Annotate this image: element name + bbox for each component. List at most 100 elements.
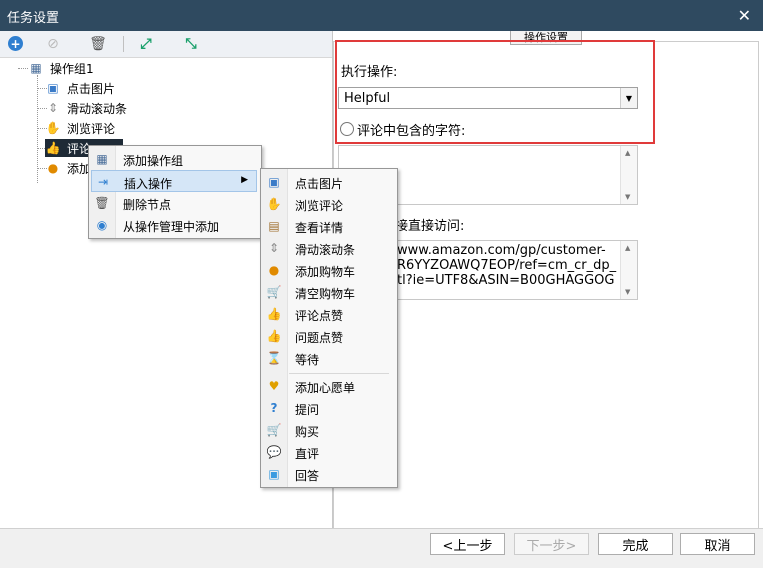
cancel-button[interactable]: 取消 [680, 533, 755, 555]
menu-item-label: 从操作管理中添加 [123, 220, 220, 234]
menu-item-label: 回答 [295, 469, 320, 483]
tree-root-label: 操作组1 [50, 61, 94, 76]
wishlist-icon: ♥ [268, 379, 280, 393]
cart-icon: ● [47, 161, 59, 175]
thumbs-up-icon: 👍 [266, 307, 282, 321]
tree-item-browse-reviews[interactable]: ✋ 浏览评论 [45, 119, 116, 137]
menu-separator [289, 373, 389, 374]
url-line: www.amazon.com/gp/customer- [397, 243, 606, 258]
submenu-item[interactable]: 👍 问题点赞 [263, 325, 393, 347]
submenu-item[interactable]: 🛒 购买 [263, 419, 393, 441]
menu-item-label: 等待 [295, 353, 320, 367]
close-icon[interactable]: ✕ [738, 6, 751, 25]
toolbar-separator [123, 36, 124, 52]
contains-text-radio[interactable] [340, 122, 354, 136]
answer-icon: ▣ [268, 467, 280, 481]
insert-submenu: ▣ 点击图片 ✋ 浏览评论 ▤ 查看详情 ⇕ 滑动滚动条 ● 添加购物车 🛒 清空购物车 👍… [260, 168, 398, 488]
menu-item-add-group[interactable]: ▦ 添加操作组 [91, 148, 257, 170]
chevron-down-icon[interactable]: ▼ [620, 88, 637, 108]
submenu-item[interactable]: ● 添加购物车 [263, 259, 393, 281]
tree-item-label: 滑动滚动条 [67, 101, 128, 116]
window-title: 任务设置 [7, 11, 60, 26]
details-icon: ▤ [268, 219, 280, 233]
menu-item-label: 浏览评论 [295, 199, 344, 213]
submenu-item[interactable]: ▣ 回答 [263, 463, 393, 485]
chevron-right-icon: ▶ [241, 175, 248, 185]
menu-item-label: 点击图片 [295, 177, 344, 191]
link-disabled-icon[interactable]: ⊘ [44, 35, 62, 53]
tree-item-click-image[interactable]: ▣ 点击图片 [45, 79, 115, 97]
menu-item-label: 提问 [295, 403, 320, 417]
footer-bar: <上一步 下一步> 完成 取消 [0, 528, 763, 568]
expand-all-icon[interactable]: ⤢ [137, 35, 155, 53]
group-icon: ▦ [96, 152, 108, 166]
finish-button[interactable]: 完成 [598, 533, 673, 555]
scrollbar[interactable]: ▲ ▼ [620, 146, 637, 204]
menu-item-label: 评论点赞 [295, 309, 344, 323]
scroll-icon: ⇕ [47, 101, 59, 115]
submenu-item[interactable]: ✋ 浏览评论 [263, 193, 393, 215]
globe-icon: ◉ [96, 218, 108, 232]
collapse-all-icon[interactable]: ⤡ [182, 35, 200, 53]
menu-item-label: 查看详情 [295, 221, 344, 235]
question-icon: ? [270, 401, 278, 415]
menu-item-add-from-manager[interactable]: ◉ 从操作管理中添加 [91, 214, 257, 236]
menu-item-label: 滑动滚动条 [295, 243, 356, 257]
insert-icon: ⇥ [97, 175, 109, 189]
submenu-item[interactable]: ⇕ 滑动滚动条 [263, 237, 393, 259]
menu-item-delete-node[interactable]: 🗑 删除节点 [91, 192, 257, 214]
scroll-icon: ⇕ [268, 241, 280, 255]
exec-select-value: Helpful [344, 91, 391, 106]
submenu-item[interactable]: 🛒 清空购物车 [263, 281, 393, 303]
hand-icon: ✋ [45, 121, 61, 135]
menu-item-label: 添加购物车 [295, 265, 356, 279]
menu-item-label: 添加操作组 [123, 154, 184, 168]
next-button[interactable]: 下一步> [514, 533, 589, 555]
tree-toolbar: + ⊘ 🗑 ⤢ ⤡ [0, 31, 332, 58]
submenu-item[interactable]: ⌛ 等待 [263, 347, 393, 369]
hourglass-icon: ⌛ [266, 351, 282, 365]
menu-item-label: 添加心愿单 [295, 381, 356, 395]
tree-item-add-cart[interactable]: ● 添加 [45, 159, 91, 177]
trash-icon: 🗑 [94, 196, 110, 210]
prev-button[interactable]: <上一步 [430, 533, 505, 555]
image-icon: ▣ [268, 175, 280, 189]
link-label: 接直接访问: [395, 219, 465, 234]
thumbs-up-icon: 👍 [45, 141, 61, 155]
menu-item-label: 插入操作 [124, 177, 173, 191]
tree-item-label: 浏览评论 [67, 121, 116, 136]
cart-add-icon: ● [268, 263, 280, 277]
menu-item-label: 直评 [295, 447, 320, 461]
hand-icon: ✋ [266, 197, 282, 211]
submenu-item[interactable]: 👍 评论点赞 [263, 303, 393, 325]
submenu-item[interactable]: 💬 直评 [263, 441, 393, 463]
menu-item-label: 清空购物车 [295, 287, 356, 301]
exec-label: 执行操作: [341, 65, 398, 80]
menu-item-label: 问题点赞 [295, 331, 344, 345]
context-menu: ▦ 添加操作组 ⇥ 插入操作 ▶ 🗑 删除节点 ◉ 从操作管理中添加 [88, 145, 262, 239]
menu-item-label: 删除节点 [123, 198, 172, 212]
submenu-item[interactable]: ▣ 点击图片 [263, 171, 393, 193]
chat-icon: 💬 [266, 445, 282, 459]
buy-cart-icon: 🛒 [266, 423, 282, 437]
url-line: R6YYZOAWQ7EOP/ref=cm_cr_dp_ [397, 258, 617, 273]
exec-select[interactable]: Helpful ▼ [338, 87, 638, 109]
menu-item-insert-operation[interactable]: ⇥ 插入操作 ▶ [91, 170, 257, 192]
submenu-item[interactable]: ♥ 添加心愿单 [263, 375, 393, 397]
tree-item-label: 点击图片 [67, 81, 116, 96]
trash-icon[interactable]: 🗑 [89, 35, 107, 53]
tree-line [37, 75, 38, 183]
tree-root[interactable]: ▦ 操作组1 [28, 59, 94, 77]
menu-item-label: 购买 [295, 425, 320, 439]
submenu-item[interactable]: ? 提问 [263, 397, 393, 419]
title-bar: 任务设置 ✕ [0, 0, 763, 31]
scrollbar[interactable]: ▲ ▼ [620, 241, 637, 299]
cart-icon: 🛒 [266, 285, 282, 299]
image-icon: ▣ [47, 81, 59, 95]
thumbs-up-icon: 👍 [266, 329, 282, 343]
radio-label: 评论中包含的字符: [357, 124, 466, 139]
url-line: tl?ie=UTF8&ASIN=B00GHAGGOG [397, 273, 615, 288]
tree-item-scroll[interactable]: ⇕ 滑动滚动条 [45, 99, 127, 117]
add-icon[interactable]: + [8, 36, 23, 51]
submenu-item[interactable]: ▤ 查看详情 [263, 215, 393, 237]
